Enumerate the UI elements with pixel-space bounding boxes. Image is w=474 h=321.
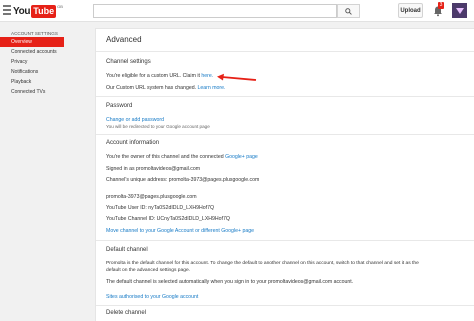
sidebar-item-overview[interactable]: Overview — [0, 37, 64, 47]
custom-url-changed-text: Our Custom URL system has changed. Learn… — [106, 85, 226, 91]
top-bar: You Tube GB Upload 3 — [0, 0, 474, 22]
custom-url-eligible-label: You're eligible for a custom URL. Claim … — [106, 73, 200, 79]
sidebar-item-privacy[interactable]: Privacy — [0, 57, 64, 67]
divider — [96, 51, 474, 52]
notification-count-badge: 3 — [438, 2, 444, 9]
delete-channel-heading: Delete channel — [106, 310, 147, 316]
channel-unique-address-text: Channel's unique address: promolta-3973@… — [106, 177, 260, 183]
account-information-heading: Account information — [106, 140, 160, 146]
channel-owner-text: You're the owner of this channel and the… — [106, 154, 258, 160]
channel-owner-label: You're the owner of this channel and the… — [106, 154, 224, 160]
youtube-user-id-text: YouTube User ID: nyTa0S2dIDLD_LXH9Hof7Q — [106, 205, 215, 211]
custom-url-changed-label: Our Custom URL system has changed. — [106, 85, 197, 91]
channel-logo-icon — [455, 7, 464, 14]
plus-page-address-text: promolta-3973@pages.plusgoogle.com — [106, 194, 197, 200]
page-title: Advanced — [106, 35, 142, 44]
advanced-settings-panel: Advanced Channel settings You're eligibl… — [95, 28, 474, 321]
search-input[interactable] — [93, 4, 337, 18]
default-channel-auto-select-text: The default channel is selected automati… — [106, 279, 354, 285]
claim-custom-url-link[interactable]: here. — [201, 73, 213, 79]
learn-more-link[interactable]: Learn more. — [198, 85, 226, 91]
divider — [96, 305, 474, 306]
password-heading: Password — [106, 103, 133, 109]
sidebar-item-connected-tvs[interactable]: Connected TVs — [0, 87, 64, 97]
default-channel-description-line-2: default on the advanced settings page. — [106, 268, 191, 273]
sidebar-item-notifications[interactable]: Notifications — [0, 67, 64, 77]
google-plus-page-link[interactable]: Google+ page — [225, 154, 258, 160]
divider — [96, 96, 474, 97]
move-channel-link[interactable]: Move channel to your Google Account or d… — [106, 228, 254, 234]
menu-icon[interactable] — [3, 5, 11, 17]
sidebar-item-connected-accounts[interactable]: Connected accounts — [0, 47, 64, 57]
divider — [96, 134, 474, 135]
search-icon — [345, 7, 352, 15]
youtube-logo[interactable]: You Tube GB — [13, 4, 63, 18]
password-redirect-note: You will be redirected to your Google ac… — [106, 124, 210, 129]
youtube-channel-id-text: YouTube Channel ID: UCnyTa0S2dIDLD_LXH9H… — [106, 216, 230, 222]
sidebar-section-title: ACCOUNT SETTINGS — [11, 31, 58, 36]
channel-settings-heading: Channel settings — [106, 59, 151, 65]
settings-sidebar: ACCOUNT SETTINGS Overview Connected acco… — [0, 30, 64, 97]
logo-region: GB — [57, 4, 63, 9]
change-password-link[interactable]: Change or add password — [106, 117, 164, 123]
logo-you-text: You — [13, 5, 31, 17]
default-channel-description-line-1: Promolta is the default channel for this… — [106, 261, 419, 266]
sites-authorised-link[interactable]: Sites authorised to your Google account — [106, 294, 198, 300]
search-button[interactable] — [337, 4, 360, 18]
default-channel-heading: Default channel — [106, 247, 148, 253]
upload-button[interactable]: Upload — [398, 3, 423, 18]
divider — [96, 240, 474, 241]
avatar[interactable] — [452, 3, 467, 18]
sidebar-item-playback[interactable]: Playback — [0, 77, 64, 87]
custom-url-eligible-text: You're eligible for a custom URL. Claim … — [106, 73, 213, 79]
signed-in-as-text: Signed in as promoltavideos@gmail.com — [106, 166, 201, 172]
logo-tube-text: Tube — [31, 4, 57, 18]
red-arrow-annotation — [217, 73, 257, 81]
